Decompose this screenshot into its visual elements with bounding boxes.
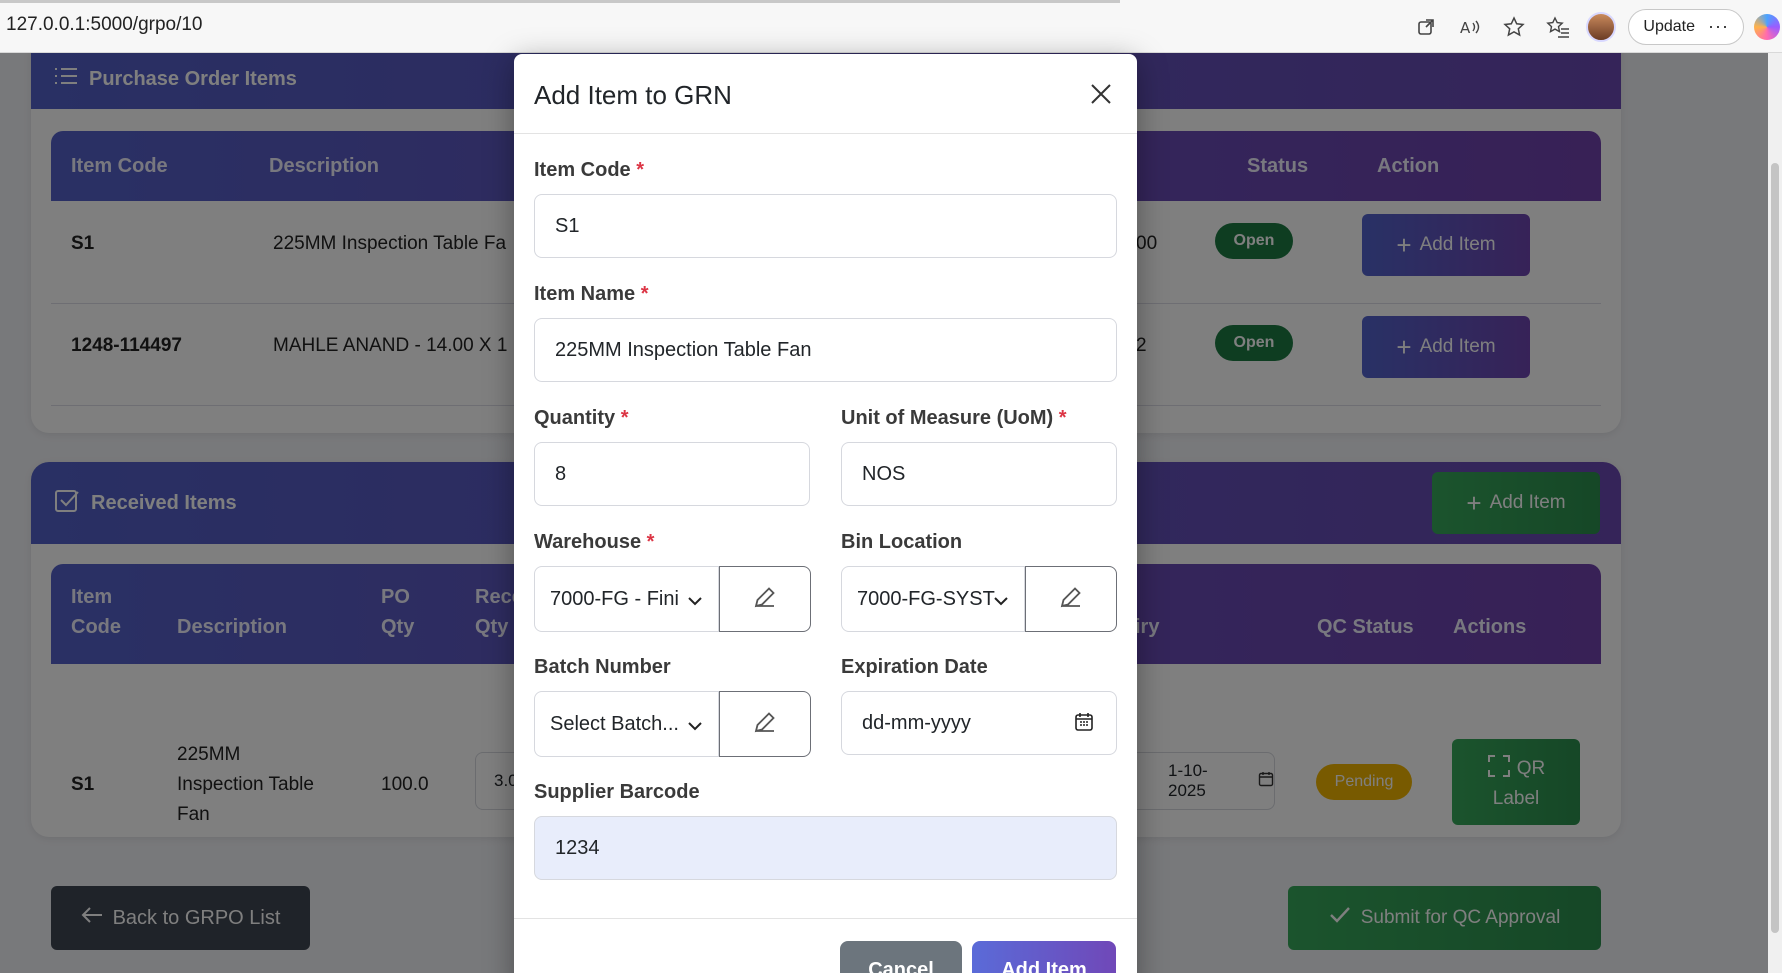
modal-header: Add Item to GRN [514, 54, 1137, 134]
pencil-icon [1058, 584, 1084, 615]
calendar-icon[interactable] [1074, 712, 1094, 738]
batch-number-value: Select Batch... [550, 712, 679, 735]
open-in-app-icon[interactable] [1408, 9, 1444, 45]
scrollbar-thumb[interactable] [1771, 163, 1779, 933]
address-bar[interactable]: 127.0.0.1:5000/grpo/10 [6, 14, 203, 36]
tab-strip-edge [0, 0, 1120, 3]
add-item-modal: Add Item to GRN Item Code * S1 Item Name… [514, 54, 1137, 973]
quantity-label: Quantity * [534, 407, 628, 430]
read-aloud-icon[interactable]: A [1452, 9, 1488, 45]
favorites-list-icon[interactable] [1540, 9, 1576, 45]
item-code-label-text: Item Code [534, 159, 631, 181]
item-name-input[interactable]: 225MM Inspection Table Fan [534, 318, 1117, 382]
batch-number-label: Batch Number [534, 656, 671, 678]
modal-footer-divider [514, 918, 1137, 919]
bin-location-edit-button[interactable] [1025, 566, 1117, 632]
pencil-icon [752, 709, 778, 740]
warehouse-edit-button[interactable] [719, 566, 811, 632]
page-scrollbar[interactable] [1768, 53, 1782, 973]
item-code-input[interactable]: S1 [534, 194, 1117, 258]
chevron-down-icon [994, 589, 1008, 612]
copilot-icon[interactable] [1754, 14, 1780, 40]
item-name-label-text: Item Name [534, 283, 636, 305]
bin-location-select[interactable]: 7000-FG-SYST [841, 566, 1025, 632]
profile-avatar[interactable] [1586, 12, 1617, 42]
quantity-label-text: Quantity [534, 407, 616, 429]
required-mark: * [1058, 407, 1067, 429]
chevron-down-icon [688, 714, 702, 737]
required-mark: * [646, 531, 655, 553]
browser-update-button[interactable]: Update ··· [1628, 9, 1744, 45]
pencil-icon [752, 584, 778, 615]
quantity-input[interactable]: 8 [534, 442, 810, 506]
item-code-label: Item Code * [534, 159, 644, 182]
browser-actions: A Update ··· [1400, 8, 1782, 46]
required-mark: * [620, 407, 629, 429]
svg-text:A: A [1460, 19, 1471, 37]
favorite-star-icon[interactable] [1496, 9, 1532, 45]
uom-label-text: Unit of Measure (UoM) [841, 407, 1054, 429]
bin-location-value: 7000-FG-SYST [857, 587, 995, 610]
chevron-down-icon [688, 589, 702, 612]
item-name-label: Item Name * [534, 283, 649, 306]
supplier-barcode-label: Supplier Barcode [534, 781, 700, 803]
update-label: Update [1643, 18, 1695, 35]
add-item-submit-button[interactable]: Add Item [972, 941, 1116, 973]
browser-toolbar: 127.0.0.1:5000/grpo/10 A Update ··· [0, 0, 1782, 53]
uom-label: Unit of Measure (UoM) * [841, 407, 1067, 430]
modal-title: Add Item to GRN [534, 80, 732, 110]
cancel-button[interactable]: Cancel [840, 941, 962, 973]
warehouse-select[interactable]: 7000-FG - Fini [534, 566, 719, 632]
supplier-barcode-input[interactable]: 1234 [534, 816, 1117, 880]
close-icon[interactable] [1083, 76, 1119, 112]
uom-input[interactable]: NOS [841, 442, 1117, 506]
expiration-date-input[interactable]: dd-mm-yyyy [841, 691, 1117, 755]
warehouse-label-text: Warehouse [534, 531, 642, 553]
required-mark: * [636, 159, 645, 181]
warehouse-value: 7000-FG - Fini [550, 587, 679, 610]
warehouse-label: Warehouse * [534, 531, 654, 554]
expiration-date-placeholder: dd-mm-yyyy [862, 711, 971, 734]
batch-number-edit-button[interactable] [719, 691, 811, 757]
more-menu-icon[interactable]: ··· [1708, 16, 1729, 37]
bin-location-label: Bin Location [841, 531, 963, 553]
batch-number-select[interactable]: Select Batch... [534, 691, 719, 757]
required-mark: * [640, 283, 649, 305]
expiration-date-label: Expiration Date [841, 656, 988, 678]
